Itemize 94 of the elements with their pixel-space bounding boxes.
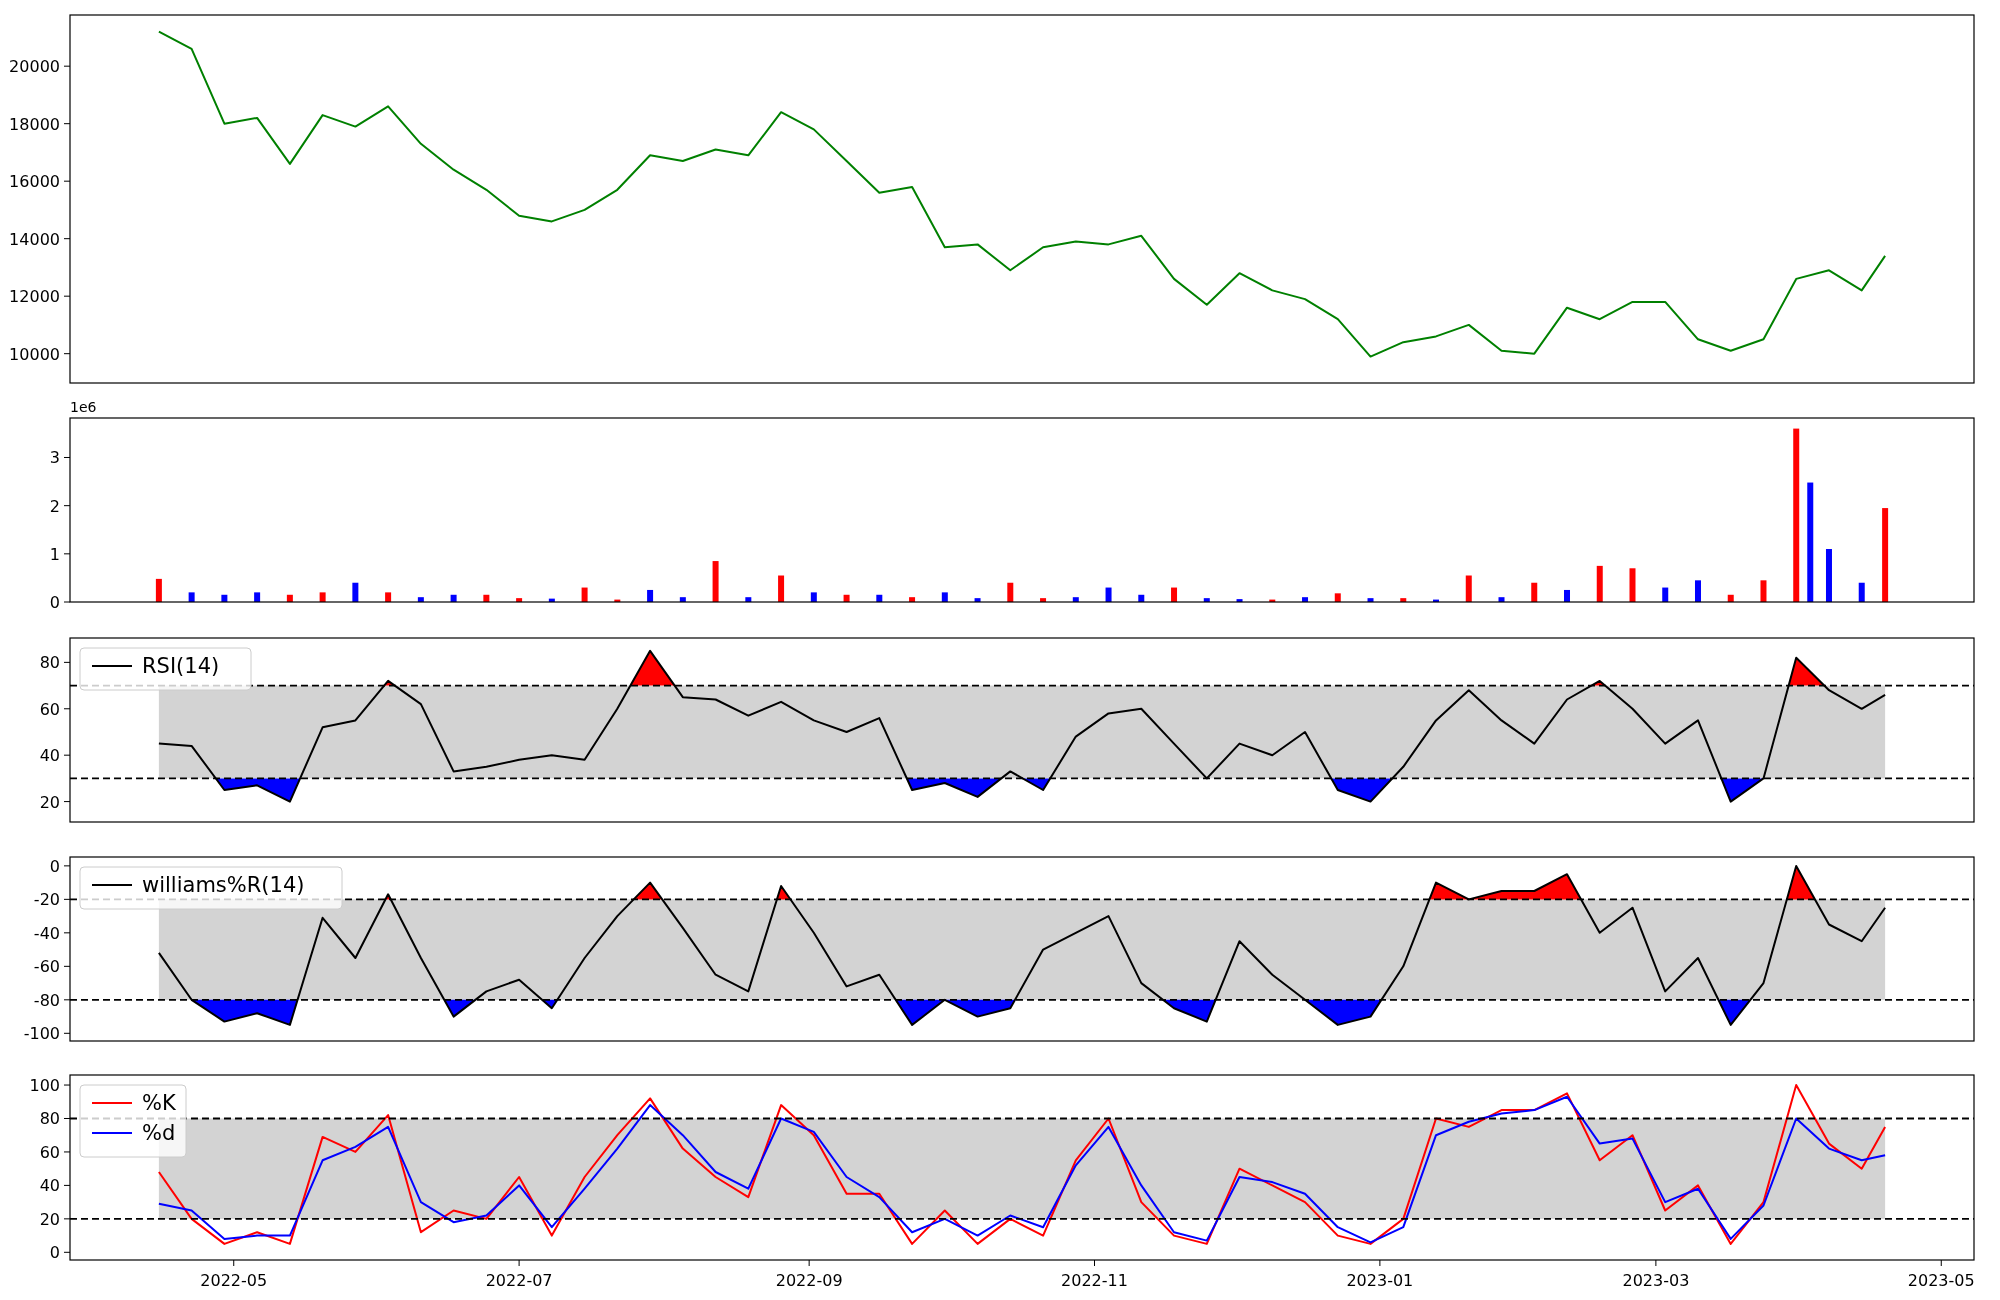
axis-tick-label: -20 xyxy=(33,890,60,910)
volume-bar xyxy=(1367,598,1374,602)
volume-bar xyxy=(647,589,654,602)
axis-tick-label: 60 xyxy=(39,1142,60,1162)
legend-label: RSI(14) xyxy=(142,654,220,678)
volume-bar xyxy=(1760,580,1767,602)
volume-bar xyxy=(941,592,948,602)
volume-bar xyxy=(1629,568,1636,602)
axis-tick-label: 2022-07 xyxy=(485,1271,553,1290)
axis-tick-label: 20000 xyxy=(9,57,60,77)
volume-bar xyxy=(1072,597,1079,602)
volume-bar xyxy=(1171,587,1178,602)
volume-bar xyxy=(319,592,326,602)
volume-bar xyxy=(1007,582,1014,602)
volume-bar xyxy=(1858,582,1865,602)
volume-bar xyxy=(1236,599,1243,602)
volume-bar xyxy=(1596,565,1603,602)
axis-tick-label: 18000 xyxy=(9,114,60,134)
axis-tick-label: 60 xyxy=(39,699,60,719)
volume-bar xyxy=(614,599,621,602)
axis-tick-label: 16000 xyxy=(9,172,60,192)
axis-tick-label: 12000 xyxy=(9,287,60,307)
volume-bar xyxy=(1105,587,1112,602)
axis-offset-label: 1e6 xyxy=(70,400,97,415)
volume-bar xyxy=(548,598,555,602)
volume-bar xyxy=(1302,597,1309,602)
axis-tick-label: 2023-01 xyxy=(1346,1271,1414,1290)
volume-bar xyxy=(483,594,490,602)
volume-bar xyxy=(1433,599,1439,602)
axis-tick-label: 2023-05 xyxy=(1907,1271,1975,1290)
volume-bar xyxy=(417,597,424,602)
volume-bar xyxy=(974,598,981,602)
axis-tick-label: -80 xyxy=(33,990,60,1010)
axis-tick-label: 2023-03 xyxy=(1622,1271,1690,1290)
legend-label: williams%R(14) xyxy=(142,873,305,897)
volume-bar xyxy=(745,597,752,602)
volume-bar xyxy=(778,575,785,602)
axis-tick-label: 0 xyxy=(49,1243,60,1263)
volume-bar xyxy=(1334,593,1341,602)
legend-label: %K xyxy=(142,1091,176,1115)
legend-label: %d xyxy=(142,1121,176,1145)
volume-bar xyxy=(1531,582,1538,602)
axis-tick-label: 40 xyxy=(39,746,60,766)
volume-bar xyxy=(286,594,293,602)
axis-tick-label: 3 xyxy=(49,448,60,468)
volume-bar xyxy=(1498,597,1505,602)
volume-bar xyxy=(155,578,162,602)
volume-bar xyxy=(1695,580,1701,602)
legend-line-icon xyxy=(91,1102,133,1104)
volume-bar xyxy=(1826,549,1832,602)
volume-bar xyxy=(712,561,719,602)
axis-tick-label: 2 xyxy=(49,496,60,516)
axis-tick-label: 1 xyxy=(49,544,60,564)
axis-tick-label: 14000 xyxy=(9,229,60,249)
axis-tick-label: -40 xyxy=(33,923,60,943)
axis-tick-label: 20 xyxy=(39,1209,60,1229)
axis-tick-label: 2022-09 xyxy=(775,1271,843,1290)
legend-line-icon xyxy=(91,884,133,886)
volume-bar xyxy=(1203,598,1210,602)
legend-line-icon xyxy=(91,665,133,667)
volume-bar xyxy=(221,594,228,602)
axis-tick-label: -100 xyxy=(23,1024,60,1044)
volume-bar xyxy=(450,594,457,602)
volume-bar xyxy=(352,582,359,602)
axis-tick-label: 40 xyxy=(39,1176,60,1196)
axis-tick-label: 2022-11 xyxy=(1061,1271,1128,1290)
legend-line-icon xyxy=(91,1132,133,1134)
volume-bar xyxy=(1465,575,1472,602)
axis-tick-label: 0 xyxy=(49,856,60,876)
axis-tick-label: -60 xyxy=(33,957,60,977)
axis-tick-label: 20 xyxy=(39,792,60,812)
volume-bar xyxy=(1138,594,1145,602)
volume-bar xyxy=(1564,589,1570,602)
volume-bar xyxy=(254,592,261,602)
axis-tick-label: 80 xyxy=(39,653,60,673)
volume-bar xyxy=(1040,598,1047,602)
volume-bar xyxy=(1269,599,1276,602)
volume-bar xyxy=(385,592,392,602)
volume-bar xyxy=(810,592,817,602)
axis-tick-label: 2022-05 xyxy=(200,1271,268,1290)
volume-bar xyxy=(1400,598,1407,602)
axis-tick-label: 10000 xyxy=(9,344,60,364)
volume-bar xyxy=(843,594,850,602)
volume-bar xyxy=(1662,587,1669,602)
axis-tick-label: 0 xyxy=(49,593,60,612)
volume-bar xyxy=(909,597,916,602)
volume-bar xyxy=(1727,594,1734,602)
volume-bar xyxy=(876,594,883,602)
volume-bar xyxy=(679,597,686,602)
volume-bar xyxy=(581,587,588,602)
volume-bar xyxy=(516,598,523,602)
axis-tick-label: 80 xyxy=(39,1109,60,1129)
volume-bar xyxy=(188,592,195,602)
axis-tick-label: 100 xyxy=(29,1076,60,1096)
